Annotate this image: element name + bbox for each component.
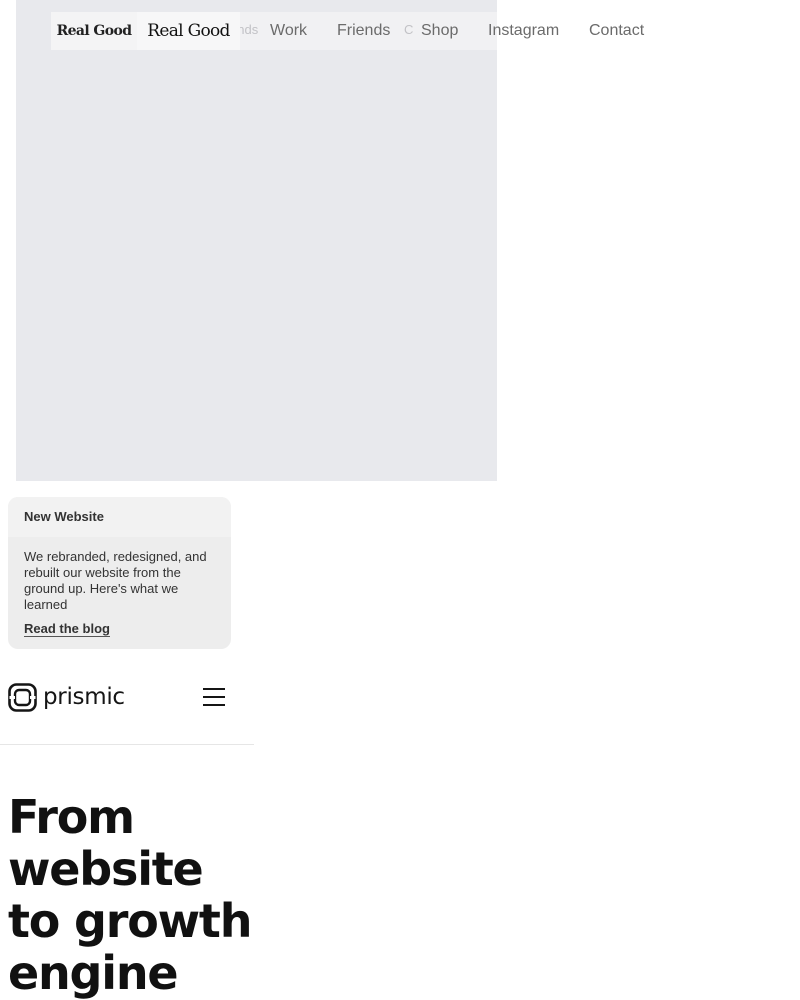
preview-ghost-nav-item: C [404,22,414,37]
read-blog-link[interactable]: Read the blog [24,621,110,637]
preview-logo-small[interactable]: Real Good [51,12,137,50]
preview-nav-work[interactable]: Work [270,22,307,40]
announcement-card: New Website We rebranded, redesigned, an… [8,497,231,649]
preview-nav-contact[interactable]: Contact [589,22,644,40]
announcement-text: We rebranded, redesigned, and rebuilt ou… [24,549,207,612]
hamburger-menu-icon[interactable] [200,685,228,709]
preview-nav-shop[interactable]: Shop [421,22,458,40]
hero-heading: From website to growth engine [8,790,252,1000]
preview-nav-instagram[interactable]: Instagram [488,22,559,40]
website-preview-panel [16,0,497,481]
preview-logo-large[interactable]: Real Good [137,12,240,50]
header-divider [0,744,254,745]
prismic-logo[interactable]: prismic [8,682,125,712]
preview-nav-friends[interactable]: Friends [337,22,390,40]
prismic-wordmark: prismic [43,684,125,710]
announcement-title: New Website [8,497,231,537]
prismic-logo-icon [8,682,37,712]
